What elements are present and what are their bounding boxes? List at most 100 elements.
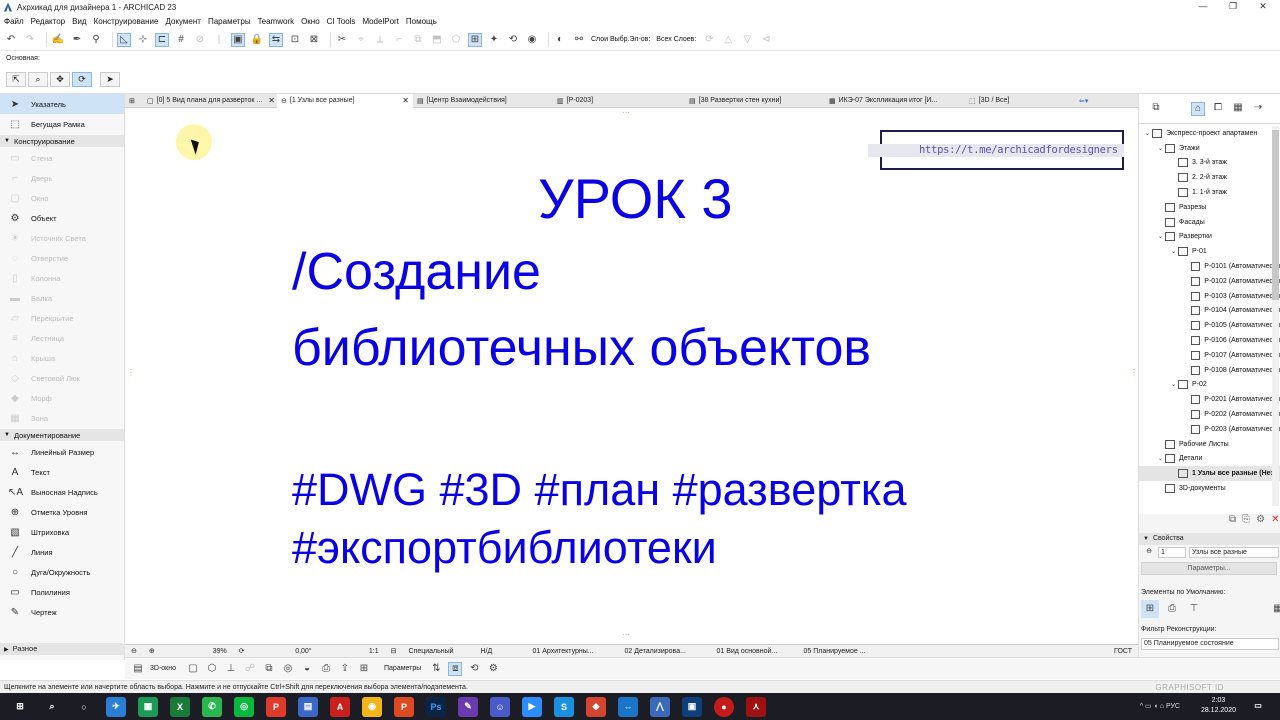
tool-slab[interactable]: ▱ Перекрытие <box>0 308 124 328</box>
calculator-icon[interactable]: ▤ <box>298 696 318 717</box>
tab-3d[interactable]: ⬚ [3D / Все] <box>965 94 1075 108</box>
view-map-icon[interactable]: ⧠ <box>1211 102 1225 116</box>
layout-icon[interactable]: ⇆ <box>269 32 283 47</box>
layers-icon[interactable]: ▦ <box>1269 600 1280 618</box>
tree-item[interactable]: 1 Узлы все разные (Неза <box>1139 466 1280 482</box>
pick-up-icon[interactable]: ✍ <box>51 33 65 47</box>
discord-icon[interactable]: ☺ <box>490 696 510 717</box>
rotate-icon[interactable]: ⟲ <box>506 33 520 47</box>
trim-icon[interactable]: ⟂ <box>373 33 387 47</box>
mirror-icon[interactable]: ⬠ <box>449 33 463 47</box>
suspend-groups-icon[interactable]: ▣ <box>231 32 245 47</box>
zoom-in-icon[interactable]: ⊕ <box>149 647 155 655</box>
tab-kitchen-elevations[interactable]: ▤ [38 Развертки стен кухни] <box>685 94 825 108</box>
tool-fill[interactable]: ▧ Штриховка <box>0 522 124 542</box>
tree-item[interactable]: Разрезы <box>1139 200 1280 215</box>
tree-item[interactable]: ⌄ Р-02 <box>1139 378 1280 393</box>
settings-icon[interactable]: ⚙ <box>486 662 500 676</box>
tool-lamp[interactable]: ☀ Источник Света <box>0 228 124 248</box>
tree-item[interactable]: Р-0104 (Автоматически <box>1139 304 1280 319</box>
offset-icon[interactable]: ⧉ <box>411 33 425 47</box>
tool-stair[interactable]: ≡ Лестница <box>0 328 124 348</box>
photoshop-icon[interactable]: Ps <box>426 696 446 717</box>
dock-icon[interactable]: ▤ <box>131 662 145 676</box>
ghost-icon[interactable]: ⟳ <box>702 33 716 47</box>
tool-pointer[interactable]: ➤ Указатель <box>0 94 124 114</box>
minimize-button[interactable]: — <box>1190 0 1216 14</box>
tab-elevation[interactable]: ▥ [Р-0203] <box>553 94 685 108</box>
tool-arc[interactable]: ○ Дуга/Окружность <box>0 562 124 582</box>
menu-ci-tools[interactable]: CI Tools <box>327 17 356 26</box>
cursor-icon[interactable]: ⇱ <box>6 72 26 87</box>
scale-value[interactable]: 1:1 <box>324 648 379 655</box>
terminal-icon[interactable]: ▣ <box>682 696 702 717</box>
orientation-value[interactable]: 0,00° <box>257 648 311 655</box>
tab-details[interactable]: ⊖ [1 Узлы все разные] ✕ <box>277 93 413 108</box>
align-icon[interactable]: ⊡ <box>288 33 302 47</box>
tree-item[interactable]: ⌄ Р-01 <box>1139 244 1280 259</box>
close-button[interactable]: ✕ <box>1250 0 1276 14</box>
menu-view[interactable]: Вид <box>72 17 86 26</box>
tool-skylight[interactable]: ◇ Световой Люк <box>0 368 124 388</box>
dimension-standard[interactable]: 01 Вид основной... <box>717 648 792 655</box>
close-icon[interactable]: ✕ <box>268 96 275 105</box>
menu-file[interactable]: Файл <box>4 17 24 26</box>
autocad-icon[interactable]: A <box>330 696 350 717</box>
tree-item[interactable]: 2. 2-й этаж <box>1139 170 1280 185</box>
tool-label-callout[interactable]: ↖A Выносная Надпись <box>0 482 124 502</box>
inject-icon[interactable]: ✒ <box>70 33 84 47</box>
parameters-button[interactable]: Параметры <box>384 665 421 672</box>
tool-text[interactable]: A Текст <box>0 462 124 482</box>
publisher-icon[interactable]: ⇢ <box>1251 102 1265 116</box>
acrobat-icon[interactable]: ⋏ <box>746 696 766 717</box>
export-icon[interactable]: ⇪ <box>338 662 352 676</box>
tree-item[interactable]: 3. 3-й этаж <box>1139 156 1280 171</box>
tab-grid-icon[interactable]: ⊞ <box>125 94 143 108</box>
edit-mode-icon[interactable]: ✥ <box>50 72 70 87</box>
menu-design[interactable]: Конструирование <box>94 17 159 26</box>
fillet-icon[interactable]: ⌐ <box>392 33 406 47</box>
telegram-url[interactable]: https://t.me/archicadfordesigners <box>919 144 1118 156</box>
expand-chevron-icon[interactable]: ⌄ <box>1169 381 1178 388</box>
name-field[interactable]: Узлы все разные <box>1189 547 1279 558</box>
properties-header[interactable]: ▼ Свойства <box>1139 533 1280 545</box>
category-documentation[interactable]: ▼ Документирование <box>0 429 124 441</box>
compare-icon[interactable]: ⧈ <box>448 661 463 676</box>
rotate-select-icon[interactable]: ⟳ <box>72 72 92 87</box>
scroll-thumb[interactable] <box>1272 130 1279 300</box>
tool-object[interactable]: ⚙ Объект <box>0 208 124 228</box>
close-icon[interactable]: ✕ <box>402 96 409 105</box>
excel-icon[interactable]: X <box>170 696 190 717</box>
print-icon[interactable]: ⎙ <box>319 662 333 676</box>
powerpoint-icon[interactable]: P <box>394 696 414 717</box>
wire-icon[interactable]: ⚯ <box>572 33 586 47</box>
teamviewer-icon[interactable]: ⇔ <box>618 696 638 717</box>
tree-item[interactable]: ⌄ Экспресс-проект апартамен <box>1139 126 1280 141</box>
tree-item[interactable]: Р-0108 (Автоматически <box>1139 363 1280 378</box>
tool-level-dimension[interactable]: ⊕ Отметка Уровня <box>0 502 124 522</box>
language-indicator[interactable]: РУС <box>1166 703 1180 710</box>
tree-item[interactable]: ⌄ Этажи <box>1139 141 1280 156</box>
eyedropper-icon[interactable]: ⚲ <box>89 33 103 47</box>
task-view-icon[interactable]: ○ <box>74 697 94 717</box>
tree-item[interactable]: Р-0202 (Автоматически <box>1139 407 1280 422</box>
split-icon[interactable]: ⌖ <box>354 33 368 47</box>
expand-chevron-icon[interactable]: ⌄ <box>1143 130 1152 137</box>
tree-item[interactable]: Р-0105 (Автоматически <box>1139 318 1280 333</box>
record-icon[interactable]: ● <box>714 696 734 717</box>
expand-chevron-icon[interactable]: ⌄ <box>1156 145 1165 152</box>
triangle-down-icon[interactable]: ▽ <box>740 33 754 47</box>
tree-item[interactable]: ⌄ Развертки <box>1139 230 1280 245</box>
cube-icon[interactable]: ⬡ <box>205 662 219 676</box>
project-map-icon[interactable]: ⌂ <box>1191 101 1205 116</box>
zoom-icon[interactable]: ▶ <box>522 696 542 717</box>
printer-icon[interactable]: ⎙ <box>1163 600 1181 618</box>
tree-item[interactable]: Р-0103 (Автоматически <box>1139 289 1280 304</box>
new-window-icon[interactable]: ⧉ <box>1229 514 1236 525</box>
view-3d-button[interactable]: 3D-окно <box>150 665 176 672</box>
undo-icon[interactable]: ↶ <box>4 33 18 47</box>
system-clock[interactable]: 2:03 28.12.2020 <box>1201 696 1236 716</box>
pen-set[interactable]: 01 Архитектурны... <box>533 648 613 655</box>
spreadsheet-icon[interactable]: ▦ <box>138 696 158 717</box>
windows-start-icon[interactable]: ⊞ <box>10 697 30 717</box>
